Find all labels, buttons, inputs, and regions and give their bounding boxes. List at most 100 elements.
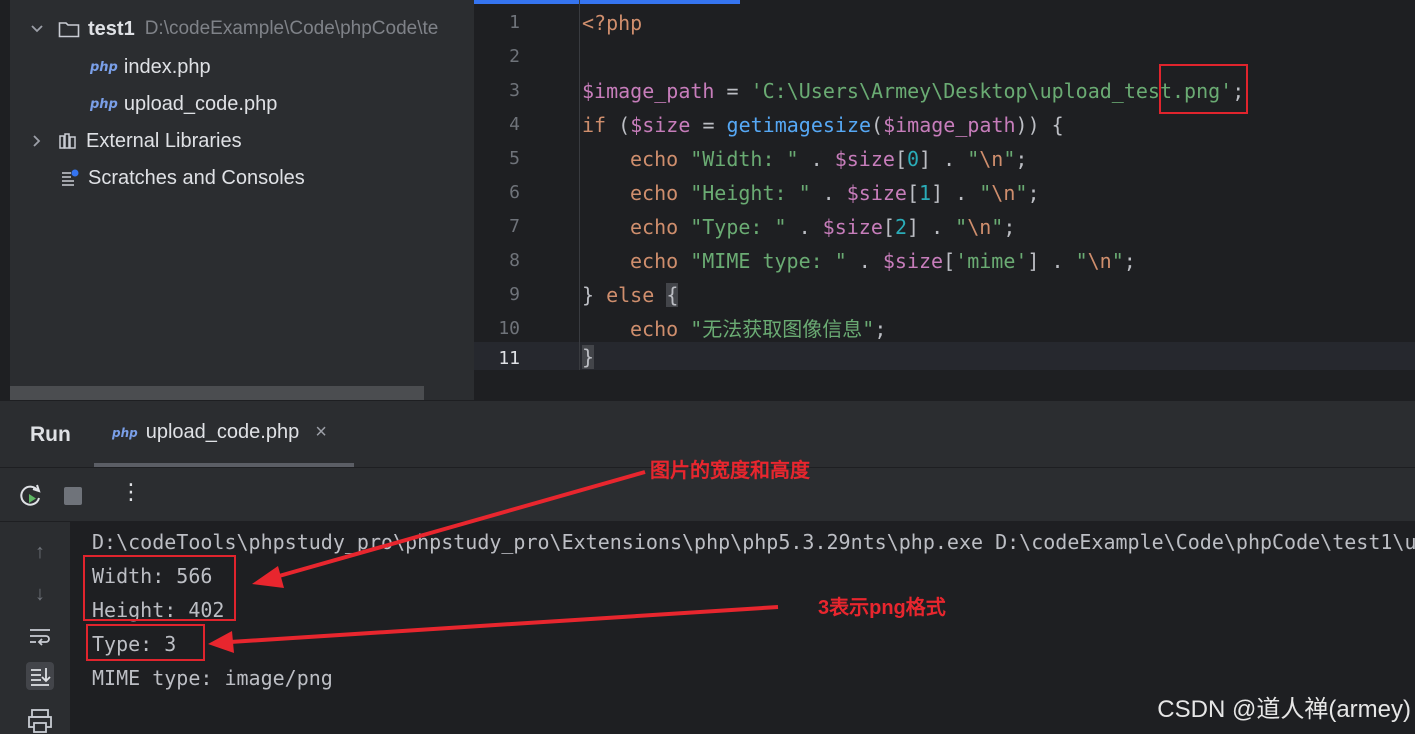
tree-item-scratches[interactable]: Scratches and Consoles [60, 163, 305, 193]
code-token: $size [846, 181, 907, 205]
run-tab-upload-code[interactable]: php upload_code.php × [112, 421, 327, 444]
tree-root-name: test1 [88, 17, 135, 40]
code-token: $size [882, 249, 944, 273]
line-number: 4 [509, 114, 520, 135]
code-token: 2 [894, 215, 907, 239]
line-number: 1 [509, 12, 520, 33]
code-token: [ [894, 147, 907, 171]
code-token: ; [1027, 181, 1040, 205]
watermark: CSDN @道人禅(armey) [1157, 696, 1411, 723]
code-token: \n [967, 215, 992, 239]
line-number: 2 [509, 46, 520, 67]
tree-item-label: Scratches and Consoles [88, 166, 305, 189]
code-token: getimagesize [726, 113, 872, 137]
code-token: ] [931, 181, 944, 205]
code-line-5[interactable]: echo "Width: " . $size[0] . "\n"; [630, 142, 1027, 176]
code-token: . [1039, 249, 1076, 273]
code-token: echo [630, 249, 679, 273]
code-line-1[interactable]: <?php [582, 6, 642, 40]
code-editor[interactable]: 1 2 3 4 5 6 7 8 9 10 11 <?php $image_pat… [474, 0, 1415, 370]
run-tab-label: upload_code.php [145, 421, 300, 443]
code-token: $size [834, 147, 895, 171]
code-token: = [690, 113, 727, 137]
code-token: . [943, 181, 980, 205]
code-token: ; [1003, 215, 1016, 239]
close-icon[interactable]: × [315, 421, 327, 444]
code-token: " [1111, 249, 1124, 273]
tree-item-label: External Libraries [86, 129, 242, 152]
code-token: echo [630, 317, 679, 341]
code-line-6[interactable]: echo "Height: " . $size[1] . "\n"; [630, 176, 1039, 210]
folder-icon [58, 22, 80, 38]
code-token: . [798, 147, 835, 171]
code-line-7[interactable]: echo "Type: " . $size[2] . "\n"; [630, 210, 1015, 244]
code-token: . [786, 215, 823, 239]
code-line-4[interactable]: if ($size = getimagesize($image_path)) { [582, 108, 1064, 142]
code-token: " [979, 181, 992, 205]
code-token: "MIME type: " [690, 249, 847, 273]
caret-line-highlight [474, 342, 1415, 370]
code-token: ; [874, 317, 887, 341]
arrow-down-icon[interactable]: ↓ [26, 580, 54, 608]
code-token: ( [871, 113, 884, 137]
console-line-mime: MIME type: image/png [92, 666, 333, 690]
line-number: 8 [509, 250, 520, 271]
tree-root-path: D:\codeExample\Code\phpCode\te [144, 18, 439, 39]
scroll-to-end-glyph [31, 668, 51, 686]
line-number-gutter: 1 2 3 4 5 6 7 8 9 10 11 [474, 0, 580, 370]
code-token: 'mime' [955, 249, 1028, 273]
code-token: $size [822, 215, 883, 239]
code-token: "Width: " [690, 147, 799, 171]
code-token: . [931, 147, 968, 171]
code-token: "Type: " [690, 215, 787, 239]
code-token: \n [991, 181, 1016, 205]
scroll-to-end-icon[interactable] [26, 662, 54, 690]
stop-icon[interactable] [64, 487, 82, 505]
arrow-up-icon[interactable]: ↑ [26, 538, 54, 566]
code-token: . [919, 215, 956, 239]
library-icon [59, 133, 76, 149]
project-tree-panel: test1 D:\codeExample\Code\phpCode\te php… [0, 0, 474, 400]
code-token: . [846, 249, 883, 273]
php-file-icon: php [90, 59, 118, 75]
tree-horizontal-scrollbar[interactable] [10, 386, 424, 400]
tree-item-index-php[interactable]: php index.php [90, 52, 211, 82]
print-icon[interactable] [26, 706, 54, 734]
php-file-icon: php [112, 425, 138, 440]
line-number: 10 [498, 318, 520, 339]
code-token: echo [630, 147, 679, 171]
tree-item-external-libraries[interactable]: External Libraries [30, 126, 242, 156]
matched-brace: } [582, 345, 595, 369]
run-side-toolbar: ↑ ↓ [10, 522, 70, 734]
code-token: ; [1123, 249, 1136, 273]
line-number: 7 [509, 216, 520, 237]
soft-wrap-icon[interactable] [26, 622, 54, 650]
code-token: )) { [1015, 113, 1064, 137]
line-number: 3 [509, 80, 520, 101]
code-line-11[interactable]: } [582, 340, 595, 374]
tree-item-test1[interactable]: test1 D:\codeExample\Code\phpCode\te [30, 14, 438, 44]
code-token: " [1075, 249, 1088, 273]
code-token: \n [979, 147, 1004, 171]
code-line-10[interactable]: echo "无法获取图像信息"; [630, 312, 886, 346]
scratches-icon [62, 169, 79, 186]
code-line-3[interactable]: $image_path = 'C:\Users\Armey\Desktop\up… [582, 74, 1244, 108]
rerun-icon[interactable] [18, 483, 44, 509]
code-line-8[interactable]: echo "MIME type: " . $size['mime'] . "\n… [630, 244, 1136, 278]
run-panel-title: Run [30, 423, 71, 446]
code-line-9[interactable]: } else { [582, 278, 679, 312]
more-options-icon[interactable]: ⋮ [120, 479, 142, 505]
code-token: ; [1015, 147, 1028, 171]
line-number: 6 [509, 182, 520, 203]
chevron-right-icon[interactable] [30, 134, 44, 148]
annotation-label-width-height: 图片的宽度和高度 [650, 460, 810, 482]
code-token: = [714, 79, 751, 103]
code-token: ] [1027, 249, 1040, 273]
tree-item-upload-code-php[interactable]: php upload_code.php [90, 89, 277, 119]
php-file-icon: php [90, 96, 118, 112]
code-token: $image_path [582, 79, 715, 103]
php-open-tag: <?php [582, 11, 643, 35]
code-token: echo [630, 181, 679, 205]
chevron-down-icon[interactable] [30, 22, 44, 36]
code-token: 0 [906, 147, 920, 171]
